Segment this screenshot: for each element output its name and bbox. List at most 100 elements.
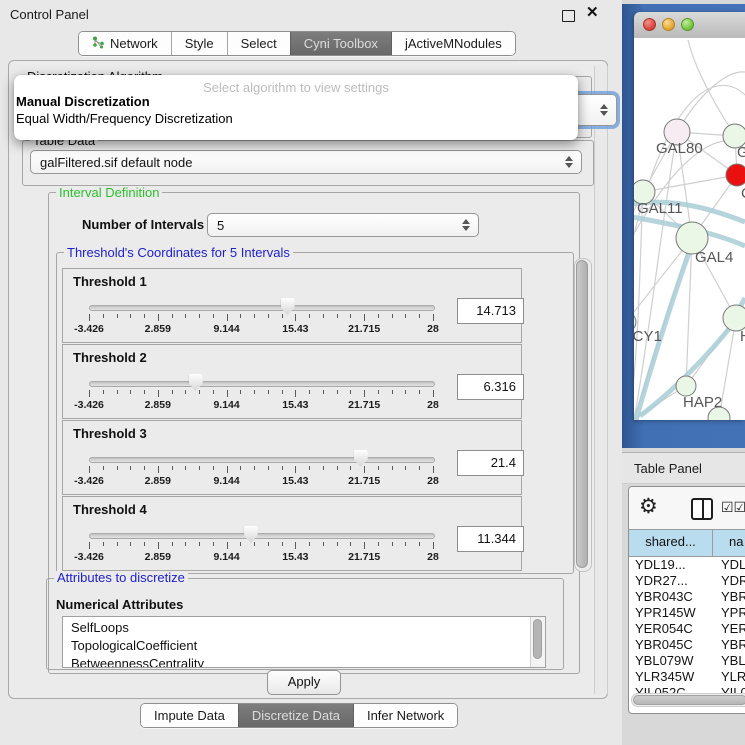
tick-mark xyxy=(227,314,228,321)
tick-mark xyxy=(254,390,255,394)
number-of-intervals-select[interactable]: 5 xyxy=(207,213,479,237)
tick-mark xyxy=(282,390,283,394)
thresholds-scrollbar[interactable] xyxy=(574,258,592,572)
tick-mark xyxy=(295,542,296,549)
tick-mark xyxy=(337,390,338,394)
table-row[interactable]: YER054CYER0... xyxy=(629,621,745,637)
tick-mark xyxy=(213,390,214,394)
slider-track[interactable] xyxy=(89,305,435,311)
zoom-traffic-light-icon[interactable] xyxy=(681,18,694,31)
threshold-value-field[interactable]: 21.4 xyxy=(457,450,524,476)
apply-button[interactable]: Apply xyxy=(267,670,341,695)
tick-mark xyxy=(378,542,379,546)
list-item-betweennesscentrality[interactable]: BetweennessCentrality xyxy=(63,655,545,668)
tick-mark xyxy=(130,314,131,318)
tab-style[interactable]: Style xyxy=(171,32,227,55)
float-window-icon[interactable] xyxy=(562,10,575,22)
tab-infer-network[interactable]: Infer Network xyxy=(353,704,457,727)
attributes-scrollbar[interactable] xyxy=(530,617,545,667)
tick-mark xyxy=(392,390,393,394)
slider-ticks: -3.4262.8599.14415.4321.71528 xyxy=(89,466,433,488)
tab-discretize-data[interactable]: Discretize Data xyxy=(238,704,353,727)
tick-mark xyxy=(337,542,338,546)
table-row[interactable]: YBL079WYBL0... xyxy=(629,653,745,669)
threshold-value-field[interactable]: 6.316 xyxy=(457,374,524,400)
tick-mark xyxy=(199,466,200,470)
slider-thumb[interactable] xyxy=(281,298,295,315)
table-row[interactable]: YDR27...YDR2... xyxy=(629,573,745,589)
network-window-titlebar[interactable] xyxy=(634,12,745,39)
threshold-value-field[interactable]: 11.344 xyxy=(457,526,524,552)
tab-impute-data[interactable]: Impute Data xyxy=(141,704,238,727)
threshold-label: Threshold 3 xyxy=(73,426,147,441)
table-data-select[interactable]: galFiltered.sif default node xyxy=(30,150,582,174)
interval-definition-label: Interval Definition xyxy=(56,186,162,199)
table-row[interactable]: YLR345WYLR3... xyxy=(629,669,745,685)
cell-shared-name: YPR145W xyxy=(629,605,713,621)
scrollbar-thumb[interactable] xyxy=(633,695,745,705)
tab-select[interactable]: Select xyxy=(227,32,290,55)
table-horizontal-scrollbar[interactable] xyxy=(631,693,745,707)
slider-track[interactable] xyxy=(89,533,435,539)
table-row[interactable]: YPR145WYPR1... xyxy=(629,605,745,621)
tick-mark xyxy=(172,542,173,546)
network-node-hap2[interactable] xyxy=(676,376,696,396)
cell-shared-name: YBR045C xyxy=(629,637,713,653)
close-icon[interactable]: ✕ xyxy=(586,3,599,21)
slider-thumb[interactable] xyxy=(244,526,258,543)
screenshot-root: Control Panel ✕ NetworkStyleSelectCyni T… xyxy=(0,0,745,745)
tick-mark xyxy=(240,542,241,546)
table-row[interactable]: YDL19...YDL1... xyxy=(629,557,745,573)
tick-label: 28 xyxy=(427,399,439,411)
numerical-attributes-list[interactable]: SelfLoopsTopologicalCoefficientBetweenne… xyxy=(62,616,546,668)
list-item-topologicalcoefficient[interactable]: TopologicalCoefficient xyxy=(63,637,545,655)
panel-scrollbar[interactable] xyxy=(594,66,608,694)
column-header-shared-name[interactable]: shared... xyxy=(629,530,713,556)
minimize-traffic-light-icon[interactable] xyxy=(662,18,675,31)
slider-track[interactable] xyxy=(89,381,435,387)
tab-label: Network xyxy=(110,36,158,51)
tick-label: 21.715 xyxy=(348,475,380,487)
checkbox-icons[interactable]: ☑☑ xyxy=(721,499,745,516)
tick-mark xyxy=(350,542,351,546)
threshold-value-field[interactable]: 14.713 xyxy=(457,298,524,324)
cell-shared-name: YBR043C xyxy=(629,589,713,605)
table-row[interactable]: YBR045CYBR0... xyxy=(629,637,745,653)
tick-label: 2.859 xyxy=(145,551,171,563)
tab-cyni-toolbox[interactable]: Cyni Toolbox xyxy=(290,32,391,55)
slider-thumb[interactable] xyxy=(189,374,203,391)
network-canvas[interactable]: GAL80GCGAL11GAL4GCY1HHAP2 xyxy=(634,38,745,420)
tick-mark xyxy=(144,314,145,318)
slider-track[interactable] xyxy=(89,457,435,463)
tick-mark xyxy=(323,542,324,546)
scrollbar-thumb[interactable] xyxy=(533,619,542,659)
tick-mark xyxy=(405,542,406,546)
split-columns-icon[interactable] xyxy=(691,498,713,520)
tick-mark xyxy=(227,542,228,549)
gear-icon[interactable]: ⚙ xyxy=(639,494,658,519)
algorithm-option-manual-discretization[interactable]: Manual Discretization xyxy=(16,94,150,109)
tick-mark xyxy=(158,314,159,321)
slider-thumb[interactable] xyxy=(354,450,368,467)
list-item-selfloops[interactable]: SelfLoops xyxy=(63,619,545,637)
close-traffic-light-icon[interactable] xyxy=(643,18,656,31)
tick-mark xyxy=(323,314,324,318)
tab-jactivemnodules[interactable]: jActiveMNodules xyxy=(391,32,515,55)
threshold-label: Threshold 2 xyxy=(73,350,147,365)
algorithm-option-equal-width-frequency-discretization[interactable]: Equal Width/Frequency Discretization xyxy=(16,111,233,126)
tab-network[interactable]: Network xyxy=(79,32,171,55)
tick-mark xyxy=(130,390,131,394)
tick-label: 28 xyxy=(427,475,439,487)
tick-mark xyxy=(419,314,420,318)
scrollbar-thumb[interactable] xyxy=(576,260,588,568)
column-header-name[interactable]: na xyxy=(713,530,745,556)
table-row[interactable]: YBR043CYBR0... xyxy=(629,589,745,605)
tick-mark xyxy=(405,390,406,394)
tick-mark xyxy=(185,466,186,470)
number-of-intervals-value: 5 xyxy=(217,218,224,233)
tick-mark xyxy=(158,542,159,549)
tick-mark xyxy=(117,390,118,394)
slider-ticks: -3.4262.8599.14415.4321.71528 xyxy=(89,542,433,564)
tick-mark xyxy=(295,314,296,321)
network-node-c[interactable] xyxy=(726,164,745,186)
